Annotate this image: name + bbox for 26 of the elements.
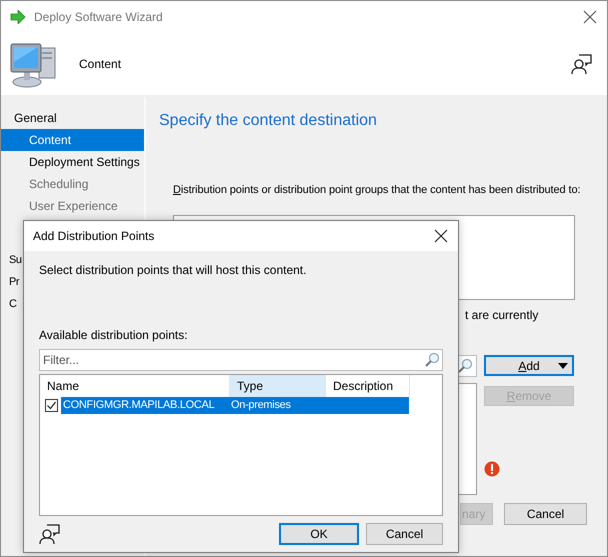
close-button[interactable] <box>581 8 599 26</box>
sidebar-item[interactable]: General <box>1 107 144 129</box>
checkbox[interactable] <box>45 399 58 412</box>
cancel-button[interactable]: Cancel <box>504 503 587 525</box>
search-icon <box>424 352 440 368</box>
column-header[interactable]: Type <box>230 375 326 397</box>
sidebar-item[interactable]: Deployment Settings <box>1 151 144 173</box>
dialog-title: Add Distribution Points <box>33 229 156 243</box>
caret-icon <box>558 363 568 369</box>
add-button[interactable]: Add <box>484 355 574 376</box>
instruction-text: Select distribution points that will host this content. <box>39 263 308 277</box>
sidebar-item[interactable]: Content <box>1 129 144 151</box>
filter-field[interactable]: Filter... <box>39 349 443 371</box>
ok-button[interactable]: OK <box>279 523 359 545</box>
help-icon[interactable] <box>571 52 593 74</box>
close-button[interactable] <box>432 227 450 245</box>
window-title: Deploy Software Wizard <box>34 10 164 24</box>
help-icon[interactable] <box>39 523 61 545</box>
list-row[interactable]: CONFIGMGR.MAPILAB.LOCAL On-premises <box>61 397 409 414</box>
page-title: Content <box>79 56 122 70</box>
cancel-button[interactable]: Cancel <box>366 523 443 545</box>
page-heading: Specify the content destination <box>159 111 378 131</box>
distributed-label: Distribution points or distribution point groups that the content has been distributed to: <box>173 183 582 197</box>
arrow-icon <box>10 10 26 24</box>
list-label: Available distribution points: <box>39 328 189 342</box>
note-text: t are currently <box>465 308 540 322</box>
